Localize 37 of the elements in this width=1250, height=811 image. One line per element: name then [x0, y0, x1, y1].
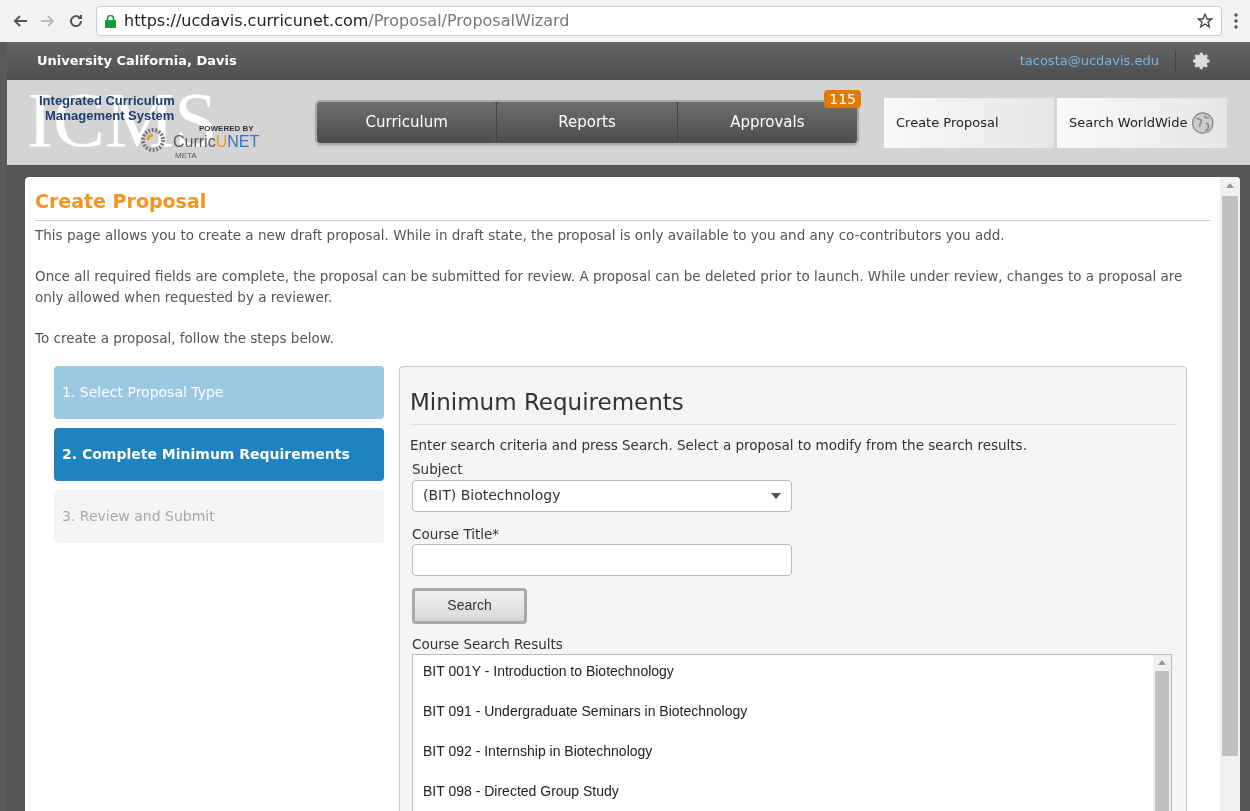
nav-tab[interactable]: Curriculum	[317, 102, 497, 143]
star-icon[interactable]	[1197, 13, 1213, 29]
caret-icon	[771, 492, 781, 499]
description-text: To create a proposal, follow the steps below.	[35, 328, 335, 348]
url-text: https://ucdavis.curricunet.com/Proposal/ProposalWizard	[124, 10, 570, 32]
search-worldwide-button[interactable]: Search WorldWide	[1057, 97, 1227, 148]
scroll-up-icon[interactable]	[1158, 660, 1166, 665]
field-label: Course Title*	[411, 524, 501, 544]
institution-name: University California, Davis	[37, 52, 237, 71]
scrollbar[interactable]	[1153, 655, 1171, 811]
field-label: Course Search Results	[411, 634, 564, 654]
result-item[interactable]: BIT 091 - Undergraduate Seminars in Biotechnology	[413, 701, 1153, 741]
result-item[interactable]: BIT 098 - Directed Group Study	[413, 781, 1153, 811]
reload-icon[interactable]	[68, 13, 84, 29]
description-text: This page allows you to create a new draft proposal. While in draft state, the proposal is only available to you and any co-contributors you add.	[35, 225, 1006, 245]
create-proposal-button[interactable]: Create Proposal	[884, 97, 1054, 148]
result-item[interactable]: BIT 092 - Internship in Biotechnology	[413, 741, 1153, 781]
address-bar[interactable]: https://ucdavis.curricunet.com/Proposal/ProposalWizard	[96, 6, 1222, 36]
menu-icon[interactable]	[1234, 13, 1238, 29]
search-button[interactable]: Search	[412, 587, 527, 624]
field-label: Subject	[411, 460, 464, 480]
result-item[interactable]: BIT 001Y - Introduction to Biotechnology	[413, 661, 1153, 701]
page-title: Create Proposal	[35, 187, 1210, 221]
instructions-text: Enter search criteria and press Search. Select a proposal to modify from the search results.	[410, 436, 1028, 455]
nav-tab[interactable]: Reports	[497, 102, 677, 143]
scrollbar[interactable]	[1220, 177, 1240, 811]
course-title-field[interactable]	[412, 543, 792, 576]
wizard-step[interactable]: 2. Complete Minimum Requirements	[54, 427, 384, 481]
section-title: Minimum Requirements	[410, 384, 1176, 425]
count-badge: 115	[824, 90, 861, 108]
scroll-up-icon[interactable]	[1226, 183, 1234, 188]
subject-dropdown[interactable]: (BIT) Biotechnology	[412, 479, 792, 512]
back-icon[interactable]	[12, 13, 28, 29]
forward-icon[interactable]	[40, 13, 56, 29]
description-text: Once all required fields are complete, the proposal can be submitted for review. A proposal can be deleted prior to launch. While under review, changes to a proposal are only allowed when requested by a reviewer.	[35, 266, 1184, 307]
settings-icon[interactable]	[1192, 51, 1212, 71]
lock-icon	[105, 14, 116, 28]
